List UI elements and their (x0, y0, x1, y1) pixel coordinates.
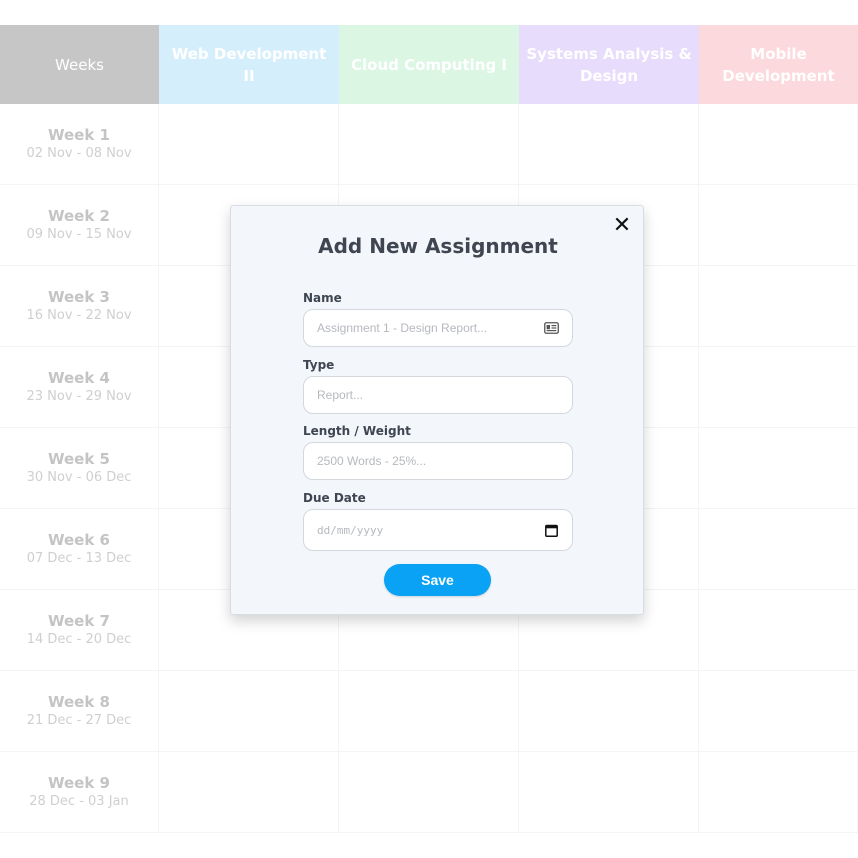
week-label: Week 1 (48, 125, 110, 144)
header-weeks-label: Weeks (55, 55, 104, 74)
week-cell: Week 4 23 Nov - 29 Nov (0, 347, 159, 428)
add-assignment-modal: ✕ Add New Assignment Name Type Length / … (230, 205, 644, 615)
timetable-cell[interactable] (699, 347, 858, 428)
length-weight-input[interactable] (317, 454, 559, 468)
week-label: Week 9 (48, 773, 110, 792)
name-label: Name (303, 291, 342, 305)
contact-card-icon[interactable] (543, 321, 559, 335)
timetable-cell[interactable] (699, 509, 858, 590)
timetable-cell[interactable] (159, 104, 339, 185)
timetable-cell[interactable] (699, 752, 858, 833)
week-dates: 09 Nov - 15 Nov (26, 226, 132, 242)
week-label: Week 2 (48, 206, 110, 225)
week-dates: 30 Nov - 06 Dec (26, 469, 132, 485)
week-label: Week 3 (48, 287, 110, 306)
week-cell: Week 7 14 Dec - 20 Dec (0, 590, 159, 671)
header-module-mobile-development[interactable]: Mobile Development (699, 25, 858, 104)
timetable-cell[interactable] (159, 671, 339, 752)
timetable-cell[interactable] (699, 428, 858, 509)
header-module-label: Cloud Computing I (351, 55, 507, 74)
header-weeks: Weeks (0, 25, 159, 104)
header-module-label: Systems Analysis & Design (526, 44, 692, 85)
week-cell: Week 5 30 Nov - 06 Dec (0, 428, 159, 509)
week-cell: Week 9 28 Dec - 03 Jan (0, 752, 159, 833)
timetable-cell[interactable] (339, 671, 519, 752)
timetable-cell[interactable] (699, 671, 858, 752)
week-label: Week 5 (48, 449, 110, 468)
due-date-input[interactable]: dd/mm/yyyy (317, 524, 543, 537)
timetable-cell[interactable] (519, 104, 699, 185)
week-cell: Week 6 07 Dec - 13 Dec (0, 509, 159, 590)
header-module-systems-analysis[interactable]: Systems Analysis & Design (519, 25, 699, 104)
week-cell: Week 1 02 Nov - 08 Nov (0, 104, 159, 185)
week-cell: Week 3 16 Nov - 22 Nov (0, 266, 159, 347)
timetable-cell[interactable] (159, 752, 339, 833)
name-input[interactable] (317, 321, 543, 335)
due-date-field[interactable]: dd/mm/yyyy (303, 509, 573, 551)
week-dates: 21 Dec - 27 Dec (26, 712, 132, 728)
timetable-cell[interactable] (699, 104, 858, 185)
week-cell: Week 2 09 Nov - 15 Nov (0, 185, 159, 266)
timetable-header: Weeks Web Development II Cloud Computing… (0, 25, 858, 104)
timetable-cell[interactable] (339, 104, 519, 185)
length-weight-field[interactable] (303, 442, 573, 480)
week-dates: 07 Dec - 13 Dec (26, 550, 132, 566)
week-label: Week 7 (48, 611, 110, 630)
calendar-icon[interactable] (543, 523, 559, 537)
week-row: Week 9 28 Dec - 03 Jan (0, 752, 858, 833)
week-dates: 02 Nov - 08 Nov (26, 145, 132, 161)
week-row: Week 1 02 Nov - 08 Nov (0, 104, 858, 185)
week-row: Week 8 21 Dec - 27 Dec (0, 671, 858, 752)
type-label: Type (303, 358, 335, 372)
header-module-label: Web Development II (171, 44, 327, 85)
type-field[interactable] (303, 376, 573, 414)
timetable-cell[interactable] (519, 752, 699, 833)
timetable-cell[interactable] (699, 185, 858, 266)
week-dates: 28 Dec - 03 Jan (29, 793, 129, 809)
header-module-label: Mobile Development (722, 44, 835, 85)
modal-title: Add New Assignment (318, 234, 558, 258)
timetable-cell[interactable] (339, 752, 519, 833)
timetable-cell[interactable] (699, 266, 858, 347)
due-date-label: Due Date (303, 491, 366, 505)
week-dates: 23 Nov - 29 Nov (26, 388, 132, 404)
save-button[interactable]: Save (384, 564, 491, 596)
week-cell: Week 8 21 Dec - 27 Dec (0, 671, 159, 752)
header-module-cloud-computing[interactable]: Cloud Computing I (339, 25, 519, 104)
length-weight-label: Length / Weight (303, 424, 411, 438)
header-module-web-development[interactable]: Web Development II (159, 25, 339, 104)
week-dates: 16 Nov - 22 Nov (26, 307, 132, 323)
week-label: Week 4 (48, 368, 110, 387)
name-field[interactable] (303, 309, 573, 347)
timetable-cell[interactable] (699, 590, 858, 671)
timetable-cell[interactable] (519, 671, 699, 752)
week-label: Week 8 (48, 692, 110, 711)
week-label: Week 6 (48, 530, 110, 549)
week-dates: 14 Dec - 20 Dec (26, 631, 132, 647)
timetable-page: Weeks Web Development II Cloud Computing… (0, 0, 858, 858)
type-input[interactable] (317, 388, 559, 402)
